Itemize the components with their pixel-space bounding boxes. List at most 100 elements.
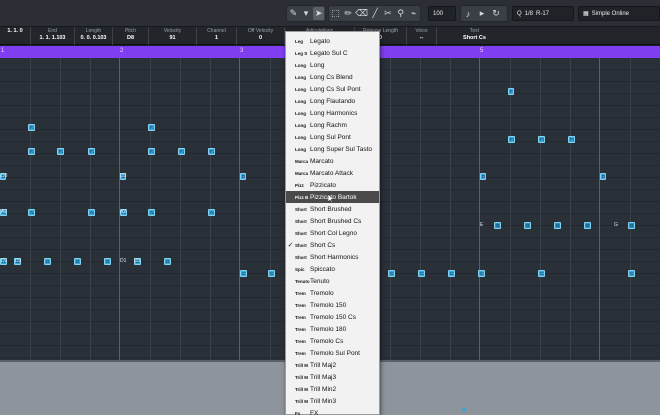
note[interactable]: D1 [74,258,81,265]
note[interactable]: A2 [88,209,95,216]
note[interactable]: G2 [494,222,501,229]
menu-item-long-super-sul-tasto[interactable]: Long Long Super Sul Tasto [286,143,379,155]
note[interactable]: C3 [268,270,275,277]
info-velocity[interactable]: Velocity 91 [148,27,196,45]
menu-item-short-cs[interactable]: ✓ Short Short Cs [286,239,379,251]
menu-item-tremolo-150[interactable]: Trem Tremolo 150 [286,299,379,311]
note[interactable]: G2 [554,222,561,229]
menu-item-trill-min3[interactable]: Trill M Trill Min3 [286,395,379,407]
note[interactable]: F2 [208,148,215,155]
note[interactable]: C3 [240,270,247,277]
note[interactable]: F2 [538,136,545,143]
controller-point[interactable] [462,408,466,412]
menu-item-marcato-attack[interactable]: Marca Marcato Attack [286,167,379,179]
select-icon[interactable]: ⬚ [330,7,341,20]
menu-item-trill-min2[interactable]: Trill M Trill Min2 [286,383,379,395]
menu-item-short-brushed-cs[interactable]: Short Short Brushed Cs [286,215,379,227]
quantize-icon: Q [517,10,522,17]
zoom-icon[interactable]: ⚲ [395,7,406,20]
note[interactable]: F2 [148,148,155,155]
note[interactable]: C3 [448,270,455,277]
menu-item-short-brushed[interactable]: Short Short Brushed [286,203,379,215]
menu-item-legato-sul-c[interactable]: Leg S Legato Sul C [286,47,379,59]
menu-item-tremolo-180[interactable]: Trem Tremolo 180 [286,323,379,335]
info-channel[interactable]: Channel 1 [196,27,236,45]
menu-item-tremolo-sul-pont[interactable]: Trem Tremolo Sul Pont [286,347,379,359]
note[interactable]: G2 [524,222,531,229]
note[interactable]: F2 [57,148,64,155]
menu-item-long-harmonics[interactable]: Long Long Harmonics [286,107,379,119]
note[interactable]: F2 [508,88,514,95]
note[interactable]: D3 [480,173,486,180]
grid-line [180,58,181,360]
note[interactable]: A2 [208,209,215,216]
note[interactable]: C3 [478,270,485,277]
pointer-icon[interactable]: ➤ [313,7,325,20]
info-pitch[interactable]: Pitch D8 [112,27,148,45]
menu-item-pizzicato[interactable]: Pizz Pizzicato [286,179,379,191]
menu-item-long-sul-pont[interactable]: Long Long Sul Pont [286,131,379,143]
note[interactable]: D1 [164,258,171,265]
pencil-icon[interactable]: ✏ [343,7,354,20]
note[interactable]: C3 [628,270,635,277]
menu-item-long[interactable]: Long Long [286,59,379,71]
menu-item-tenuto[interactable]: Tenuto Tenuto [286,275,379,287]
ruler-mark: 1 [1,48,5,54]
note[interactable]: D1 [104,258,111,265]
pencil-icon[interactable]: ✎ [288,7,299,20]
note[interactable]: C3 [418,270,425,277]
info-off-velocity[interactable]: Off Velocity 0 [236,27,284,45]
note[interactable]: F2 [178,148,185,155]
note[interactable]: A2 [148,209,155,216]
note[interactable]: F2 [28,148,35,155]
articulations-menu: Leg Legato Leg S Legato Sul C Long Long Lon… [285,31,380,415]
note[interactable]: D1 [44,258,51,265]
menu-item-trill-maj2[interactable]: Trill M Trill Maj2 [286,359,379,371]
glue-icon[interactable]: ⌁ [408,7,419,20]
note[interactable]: G2 [584,222,591,229]
loop-icon[interactable]: ↻ [490,7,502,20]
note[interactable]: D3 [240,173,246,180]
note[interactable]: F2 [148,124,155,131]
note[interactable]: A2 [28,209,35,216]
menu-item-short-col-legno[interactable]: Short Short Col Legno [286,227,379,239]
note[interactable]: F2 [568,136,575,143]
info-end[interactable]: End 1. 1. 1.103 [30,27,74,45]
info-voice[interactable]: Voice -- [406,27,436,45]
quantize-field[interactable]: Q 1/8 R-17 [512,6,574,21]
play-icon[interactable]: ▸ [476,7,488,20]
info-length[interactable]: Length 0. 0. 0.103 [74,27,112,45]
note[interactable]: C3 [538,270,545,277]
menu-item-long-flautando[interactable]: Long Long Flautando [286,95,379,107]
menu-item-spiccato[interactable]: Spic Spiccato [286,263,379,275]
menu-item-tremolo[interactable]: Trem Tremolo [286,287,379,299]
menu-item-tremolo-150-cs[interactable]: Trem Tremolo 150 Cs [286,311,379,323]
info-text[interactable]: Text Short Cs [436,27,512,45]
note[interactable]: D3 [600,173,606,180]
grid-line [60,58,61,360]
menu-item-short-harmonics[interactable]: Short Short Harmonics [286,251,379,263]
menu-item-long-rachm[interactable]: Long Long Rachm [286,119,379,131]
line-icon[interactable]: ╱ [370,7,381,20]
note[interactable]: G2 [628,222,635,229]
menu-item-tremolo-cs[interactable]: Trem Tremolo Cs [286,335,379,347]
menu-item-fx[interactable]: Fx FX [286,407,379,415]
speaker-icon[interactable]: ♪ [462,7,474,20]
cut-icon[interactable]: ✂ [382,7,393,20]
note[interactable]: F2 [28,124,35,131]
menu-item-long-cs-blend[interactable]: Long Long Cs Blend [286,71,379,83]
menu-item-marcato[interactable]: Marca Marcato [286,155,379,167]
layout-label: Simple Online [591,10,630,17]
menu-item-long-cs-sul-pont[interactable]: Long Long Cs Sul Pont [286,83,379,95]
layout-field[interactable]: ▦ Simple Online [578,6,660,21]
note[interactable]: F2 [88,148,95,155]
menu-item-trill-maj3[interactable]: Trill M Trill Maj3 [286,371,379,383]
eraser-icon[interactable]: ⌫ [355,7,368,20]
note[interactable]: C3 [388,270,395,277]
menu-item-legato[interactable]: Leg Legato [286,35,379,47]
zoom-field[interactable]: 100 [428,6,456,21]
chevron-down-icon[interactable]: ▾ [301,7,312,20]
note[interactable]: F2 [508,136,515,143]
info-start[interactable]: 1. 1. 0 [0,27,30,45]
grid-line [270,58,271,360]
